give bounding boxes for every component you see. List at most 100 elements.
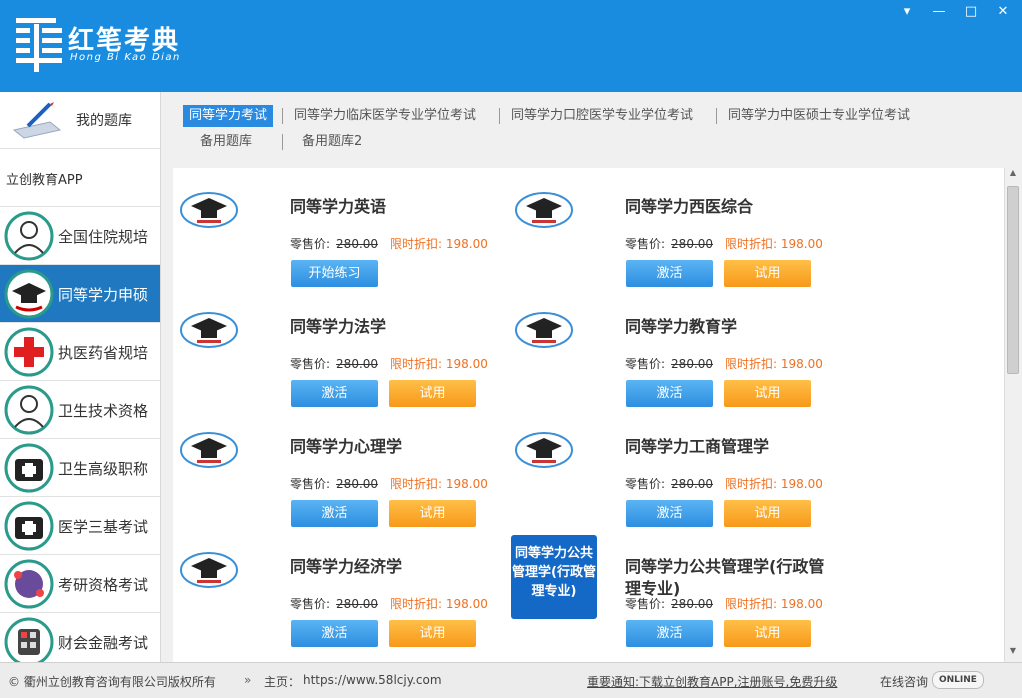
app-subtitle: Hong Bi Kao Dian [70,52,181,63]
chevron-icon: » [244,673,252,687]
tab-clinical[interactable]: 同等学力临床医学专业学位考试 [288,105,482,127]
graduation-cap-icon [4,269,54,319]
trial-button[interactable]: 试用 [724,260,811,287]
course-list: 同等学力英语零售价: 280.00 限时折扣: 198.00 开始练习 同等学力西医综合… [173,168,1006,662]
course-price: 零售价: 280.00 限时折扣: 198.00 [625,477,823,491]
logo-icon [16,18,62,72]
graduation-cap-icon [180,312,238,348]
trial-button[interactable]: 试用 [389,620,476,647]
start-practice-button[interactable]: 开始练习 [291,260,378,287]
medical-kit-icon [4,443,54,493]
home-label: 主页： [264,675,301,689]
course-title: 同等学力心理学 [290,437,403,456]
tab-bar: 同等学力考试 同等学力临床医学专业学位考试 同等学力口腔医学专业学位考试 同等学… [161,92,1022,168]
copyright-text: © 衢州立创教育咨询有限公司版权所有 [8,675,216,689]
sidebar-item[interactable]: 执医药省规培 [0,323,160,381]
course-price: 零售价: 280.00 限时折扣: 198.00 [290,357,488,371]
molecule-icon [4,559,54,609]
sidebar-item[interactable]: 全国住院规培 [0,207,160,265]
minimize-button[interactable]: — [930,4,948,20]
sidebar-item[interactable]: 医学三基考试 [0,497,160,555]
course-card: 同等学力经济学零售价: 280.00 限时折扣: 198.00 激活 试用 [173,536,503,647]
footer: © 衢州立创教育咨询有限公司版权所有 » 主页： https://www.58l… [0,662,1022,698]
course-title: 同等学力工商管理学 [625,437,770,456]
sidebar-item-label: 执医药省规培 [58,344,149,362]
graduation-cap-icon [515,312,573,348]
activate-button[interactable]: 激活 [626,260,713,287]
app-label: 立创教育APP [6,173,83,188]
course-title: 同等学力公共管理学(行政管理专业) [625,557,825,598]
course-card: 同等学力教育学零售价: 280.00 限时折扣: 198.00 激活 试用 [508,296,838,407]
graduation-cap-icon [180,552,238,588]
course-card: 同等学力法学零售价: 280.00 限时折扣: 198.00 激活 试用 [173,296,503,407]
activate-button[interactable]: 激活 [626,380,713,407]
graduation-cap-icon [515,432,573,468]
home-link[interactable]: https://www.58lcjy.com [303,673,442,687]
sidebar-item-label: 卫生高级职称 [58,460,149,478]
sidebar-item[interactable]: 同等学力申硕 [0,265,160,323]
tab-backup[interactable]: 备用题库 [194,131,258,153]
sidebar-item[interactable]: 卫生高级职称 [0,439,160,497]
sidebar-item[interactable]: 卫生技术资格 [0,381,160,439]
nurse-icon [4,385,54,435]
course-title: 同等学力西医综合 [625,197,754,216]
pen-notebook-icon [12,102,62,139]
course-title: 同等学力教育学 [625,317,738,336]
course-title: 同等学力法学 [290,317,387,336]
title-bar: 红笔考典 Hong Bi Kao Dian ▾ — □ ✕ [0,0,1022,92]
course-card: 同等学力英语零售价: 280.00 限时折扣: 198.00 开始练习 [173,176,503,287]
tab-dental[interactable]: 同等学力口腔医学专业学位考试 [505,105,699,127]
medical-case-icon [4,501,54,551]
course-title: 同等学力经济学 [290,557,403,576]
scrollbar[interactable]: ▲ ▼ [1004,168,1021,662]
doctor-icon [4,211,54,261]
tab-exam[interactable]: 同等学力考试 [183,105,274,127]
course-price: 零售价: 280.00 限时折扣: 198.00 [625,237,823,251]
course-price: 零售价: 280.00 限时折扣: 198.00 [290,597,488,611]
sidebar-item-label: 卫生技术资格 [58,402,149,420]
red-cross-icon [4,327,54,377]
sidebar-item-label: 医学三基考试 [58,518,149,536]
activate-button[interactable]: 激活 [626,500,713,527]
calculator-icon [4,617,54,667]
trial-button[interactable]: 试用 [389,380,476,407]
course-price: 零售价: 280.00 限时折扣: 198.00 [290,477,488,491]
graduation-cap-icon [515,192,573,228]
qq-online-badge[interactable]: ONLINE [932,671,984,689]
trial-button[interactable]: 试用 [724,500,811,527]
course-price: 零售价: 280.00 限时折扣: 198.00 [290,237,488,251]
course-cover: 同等学力公共管理学(行政管理专业) [511,535,597,619]
tab-tcm[interactable]: 同等学力中医硕士专业学位考试 [722,105,916,127]
activate-button[interactable]: 激活 [291,620,378,647]
graduation-cap-icon [180,192,238,228]
content-area: 同等学力考试 同等学力临床医学专业学位考试 同等学力口腔医学专业学位考试 同等学… [161,92,1022,662]
sidebar: 我的题库 立创教育APP 全国住院规培同等学力申硕执医药省规培 卫生技术资格 卫生高… [0,92,161,671]
course-card: 同等学力心理学零售价: 280.00 限时折扣: 198.00 激活 试用 [173,416,503,527]
trial-button[interactable]: 试用 [724,620,811,647]
scrollbar-thumb[interactable] [1007,186,1019,374]
activate-button[interactable]: 激活 [291,380,378,407]
activate-button[interactable]: 激活 [626,620,713,647]
trial-button[interactable]: 试用 [389,500,476,527]
menu-button[interactable]: ▾ [898,4,916,20]
close-button[interactable]: ✕ [994,4,1012,20]
restore-button[interactable]: □ [962,4,980,20]
course-card: 同等学力工商管理学零售价: 280.00 限时折扣: 198.00 激活 试用 [508,416,838,527]
course-price: 零售价: 280.00 限时折扣: 198.00 [625,597,823,611]
course-price: 零售价: 280.00 限时折扣: 198.00 [625,357,823,371]
sidebar-my-bank[interactable]: 我的题库 [0,92,160,149]
sidebar-item-label: 财会金融考试 [58,634,149,652]
online-label[interactable]: 在线咨询 [880,673,928,690]
trial-button[interactable]: 试用 [724,380,811,407]
sidebar-item-label: 全国住院规培 [58,228,149,246]
tab-backup2[interactable]: 备用题库2 [296,131,368,153]
my-bank-label: 我的题库 [76,113,132,129]
graduation-cap-icon [180,432,238,468]
course-card: 同等学力西医综合零售价: 280.00 限时折扣: 198.00 激活 试用 [508,176,838,287]
sidebar-item-label: 考研资格考试 [58,576,149,594]
activate-button[interactable]: 激活 [291,500,378,527]
sidebar-app[interactable]: 立创教育APP [0,149,160,207]
notice-link[interactable]: 重要通知:下载立创教育APP,注册账号,免费升级 [587,673,837,690]
sidebar-item[interactable]: 考研资格考试 [0,555,160,613]
course-title: 同等学力英语 [290,197,387,216]
